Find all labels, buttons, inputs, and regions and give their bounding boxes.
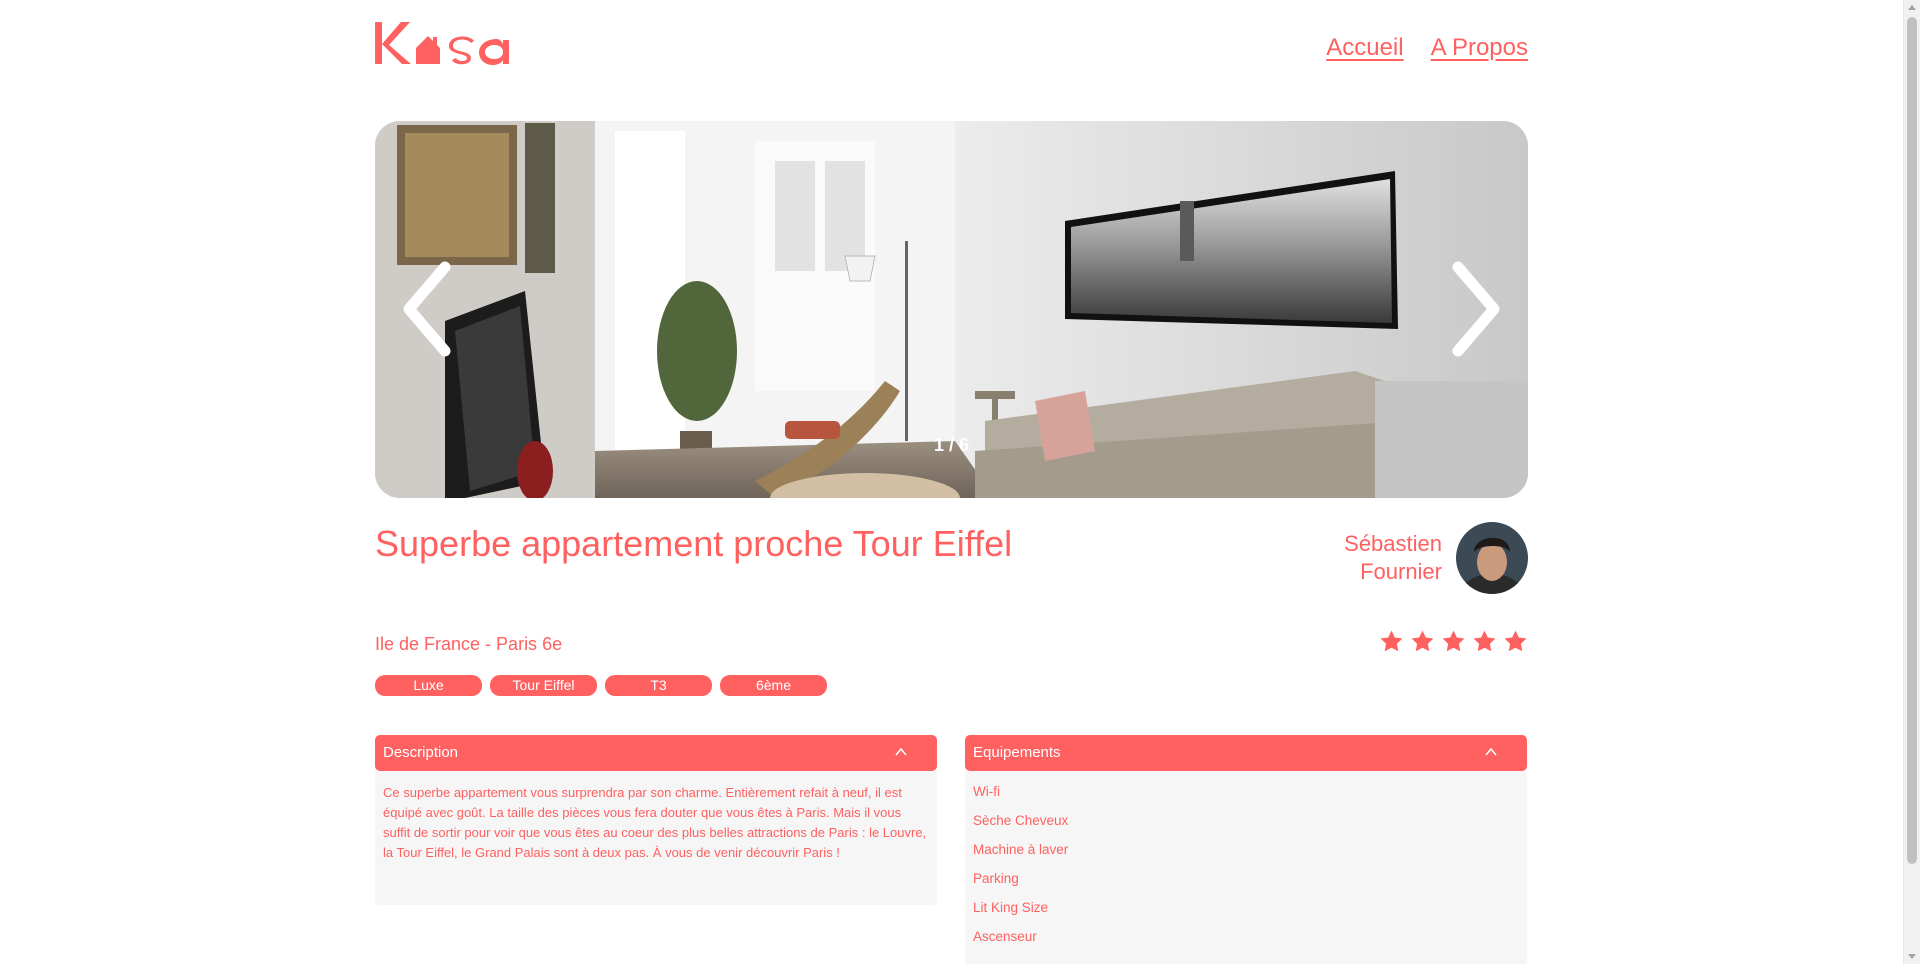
host-first-name: Sébastien — [1344, 531, 1442, 556]
nav-link-a-propos[interactable]: A Propos — [1431, 34, 1528, 62]
tag: Luxe — [375, 675, 482, 696]
list-item: Machine à laver — [973, 842, 1069, 857]
tag: Tour Eiffel — [490, 675, 597, 696]
carousel-counter: 1 / 6 — [933, 435, 970, 455]
list-item: Sèche Cheveux — [973, 813, 1069, 828]
image-carousel: 1 / 6 — [375, 121, 1528, 498]
equipments-title: Equipements — [973, 744, 1061, 761]
list-item: Parking — [973, 871, 1019, 886]
page-scrollbar[interactable] — [1903, 0, 1920, 964]
chevron-up-icon — [1485, 747, 1497, 756]
description-body: Ce superbe appartement vous surprendra p… — [375, 771, 937, 905]
scrollbar-thumb[interactable] — [1907, 17, 1917, 864]
list-item: Lit King Size — [973, 900, 1049, 915]
host-name: Sébastien Fournier — [1302, 530, 1442, 586]
host-info: Sébastien Fournier — [1302, 522, 1528, 594]
carousel-prev-button[interactable] — [397, 259, 457, 359]
star-icon — [1380, 630, 1403, 652]
equipments-body: Wi-fi Sèche Cheveux Machine à laver Park… — [965, 771, 1527, 964]
scroll-up-icon[interactable] — [1908, 5, 1916, 10]
nav-link-accueil[interactable]: Accueil — [1326, 34, 1403, 62]
description-toggle[interactable]: Description — [375, 735, 937, 771]
scroll-down-icon[interactable] — [1908, 954, 1916, 959]
chevron-right-icon — [1452, 261, 1500, 357]
equipment-list: Wi-fi Sèche Cheveux Machine à laver Park… — [973, 777, 1519, 951]
host-avatar — [1456, 522, 1528, 594]
equipments-collapse: Equipements Wi-fi Sèche Cheveux Machine … — [965, 735, 1527, 964]
carousel-next-button[interactable] — [1446, 259, 1506, 359]
page-container: Accueil A Propos 1 / 6 Superbe apparteme… — [375, 0, 1528, 964]
listing-location: Ile de France - Paris 6e — [375, 634, 563, 654]
tag: 6ème — [720, 675, 827, 696]
star-icon — [1504, 630, 1527, 652]
list-item: Ascenseur — [973, 929, 1037, 944]
kasa-logo[interactable] — [375, 18, 519, 68]
star-icon — [1411, 630, 1434, 652]
list-item: Wi-fi — [973, 784, 1000, 799]
equipments-toggle[interactable]: Equipements — [965, 735, 1527, 771]
tag: T3 — [605, 675, 712, 696]
star-icon — [1442, 630, 1465, 652]
description-collapse: Description Ce superbe appartement vous … — [375, 735, 937, 905]
host-last-name: Fournier — [1360, 559, 1442, 584]
star-icon — [1473, 630, 1496, 652]
rating-stars — [1379, 629, 1528, 654]
listing-title: Superbe appartement proche Tour Eiffel — [375, 523, 1013, 564]
description-title: Description — [383, 744, 459, 761]
site-header: Accueil A Propos — [375, 0, 1528, 100]
tag-list: Luxe Tour Eiffel T3 6ème — [375, 675, 827, 696]
chevron-left-icon — [403, 261, 451, 357]
chevron-up-icon — [895, 747, 907, 756]
description-text: Ce superbe appartement vous surprendra p… — [383, 785, 927, 860]
main-nav: Accueil A Propos — [1326, 34, 1528, 62]
